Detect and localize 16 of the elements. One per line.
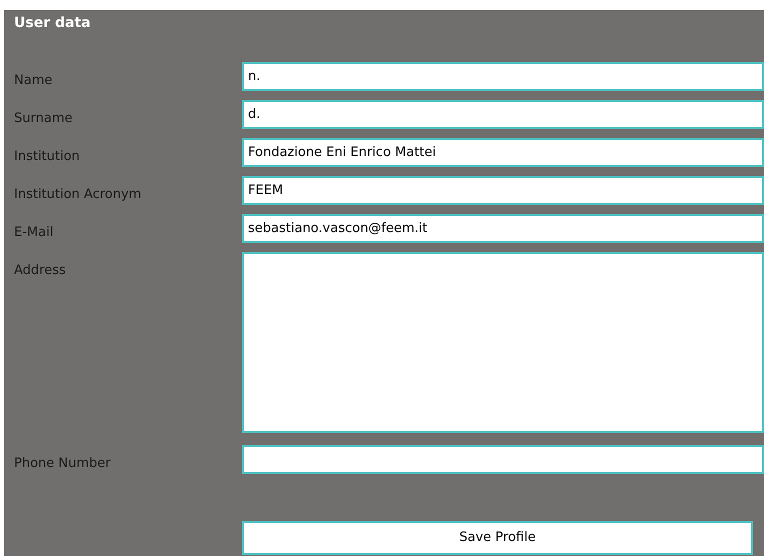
panel-title: User data	[13, 14, 92, 33]
input-field[interactable]: n.	[242, 62, 764, 91]
field-label: Surname	[14, 111, 72, 126]
field-label: Address	[14, 263, 66, 278]
input-field[interactable]: Fondazione Eni Enrico Mattei	[242, 138, 764, 167]
field-label: Institution	[14, 149, 80, 164]
input-field[interactable]: sebastiano.vascon@feem.it	[242, 214, 764, 243]
address-field[interactable]	[242, 252, 764, 433]
field-label: Name	[14, 73, 52, 88]
input-field[interactable]	[242, 445, 764, 474]
input-field[interactable]: d.	[242, 100, 764, 129]
field-label: Phone Number	[14, 456, 111, 471]
field-label: Institution Acronym	[14, 187, 142, 202]
input-field[interactable]: FEEM	[242, 176, 764, 205]
save-button[interactable]: Save Profile	[242, 521, 753, 555]
field-label: E-Mail	[14, 225, 54, 240]
